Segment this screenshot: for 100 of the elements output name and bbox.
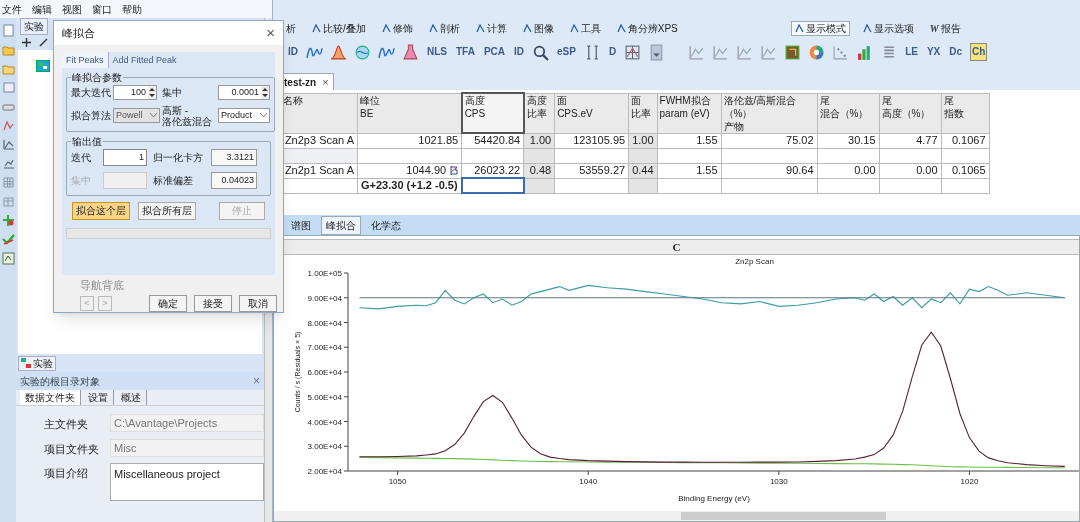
- caret-icon: [150, 113, 157, 119]
- flask-icon[interactable]: [402, 43, 419, 61]
- tool-button[interactable]: NLS: [426, 44, 448, 60]
- tool-button[interactable]: Ch: [970, 43, 988, 61]
- pie-chart-icon[interactable]: [808, 43, 826, 61]
- spinner-field[interactable]: 100: [113, 84, 157, 100]
- mix-dropdown[interactable]: Product: [218, 108, 270, 124]
- ribbon-tab[interactable]: 工具: [566, 20, 604, 36]
- tool-button[interactable]: eSP: [556, 44, 577, 60]
- scatter-icon[interactable]: [832, 43, 850, 61]
- ribbon-tab[interactable]: 显示选项: [859, 20, 917, 36]
- panel-tab[interactable]: 概述: [116, 390, 147, 405]
- menu-item[interactable]: 视图: [62, 1, 82, 17]
- fit-button[interactable]: 拟合这个层: [72, 201, 130, 220]
- ribbon-tab[interactable]: 修饰: [378, 20, 416, 36]
- dialog-button[interactable]: 接受: [194, 295, 232, 312]
- column-header[interactable]: 面 CPS.eV: [554, 93, 629, 133]
- spinner-icon[interactable]: [261, 85, 269, 99]
- menu-item[interactable]: 帮助: [122, 1, 142, 17]
- tool-button[interactable]: Dc: [948, 44, 964, 60]
- dialog-button[interactable]: 取消: [239, 295, 277, 312]
- ribbon-tab[interactable]: 显示模式: [790, 20, 850, 36]
- column-header[interactable]: 面 比率: [628, 93, 658, 133]
- tab-label: 实验: [33, 356, 53, 371]
- line-chart-icon[interactable]: [688, 43, 706, 61]
- close-button[interactable]: ×: [266, 21, 275, 45]
- pen-icon[interactable]: [39, 37, 48, 47]
- line-chart-icon[interactable]: [736, 43, 754, 61]
- view-tab[interactable]: 化学态: [367, 216, 405, 234]
- folder-icon[interactable]: [1, 43, 15, 56]
- grid-icon[interactable]: [1, 195, 15, 208]
- text-field[interactable]: Misc: [110, 438, 264, 457]
- tab-icon: [475, 23, 485, 33]
- x-tick-label: 1040: [579, 477, 598, 486]
- chart-icon[interactable]: [1, 157, 15, 170]
- spinner-icon[interactable]: [148, 85, 156, 99]
- field-value: Product: [221, 109, 253, 122]
- ribbon-tab[interactable]: 计算: [472, 20, 510, 36]
- column-header[interactable]: 尾 高度（%）: [879, 93, 942, 133]
- text-field[interactable]: C:\Avantage\Projects: [110, 414, 264, 432]
- ribbon-tab[interactable]: 剖析: [425, 20, 463, 36]
- tab-label: 角分辨XPS: [627, 21, 678, 36]
- chart-icon[interactable]: [1, 252, 15, 265]
- chart-icon[interactable]: [1, 119, 15, 132]
- view-tab[interactable]: 谱图: [287, 216, 315, 234]
- document-icon[interactable]: [1, 24, 15, 37]
- tool-button[interactable]: ID: [513, 44, 525, 60]
- panel-tab[interactable]: 设置: [83, 390, 114, 405]
- field-label: 项目文件夹: [44, 441, 100, 457]
- tool-button[interactable]: TFA: [455, 44, 476, 60]
- tool-button[interactable]: PCA: [482, 44, 506, 60]
- menu-item[interactable]: 编辑: [32, 1, 52, 17]
- tool-button[interactable]: LE: [904, 44, 919, 60]
- tool-button[interactable]: D: [607, 44, 618, 60]
- scrollbar-thumb[interactable]: [681, 512, 886, 520]
- grid-icon[interactable]: [1, 176, 15, 189]
- column-header[interactable]: 高度 CPS: [461, 93, 524, 133]
- tab-label: 图像: [533, 21, 554, 36]
- dialog-tab[interactable]: Fit Peaks: [62, 51, 109, 68]
- menu-item[interactable]: 文件: [2, 1, 22, 17]
- peak-icon[interactable]: [330, 43, 347, 61]
- crosshair-icon[interactable]: [624, 43, 642, 61]
- folder-icon[interactable]: [1, 62, 15, 75]
- dialog-tab[interactable]: Add Fitted Peak: [108, 51, 181, 68]
- x-tick-label: 1030: [769, 477, 788, 486]
- tab-icon: [428, 23, 438, 33]
- ribbon-tab[interactable]: 角分辨XPS: [613, 20, 681, 36]
- column-header[interactable]: 尾 指数: [941, 93, 990, 133]
- box-icon[interactable]: [784, 43, 802, 61]
- column-header[interactable]: FWHM拟合 param (eV): [657, 93, 722, 133]
- panel-tab[interactable]: 数据文件夹: [20, 390, 81, 405]
- table-cell[interactable]: [461, 178, 524, 193]
- ribbon-tab[interactable]: W 报告: [926, 20, 964, 36]
- tool-button[interactable]: ID: [287, 44, 299, 60]
- close-button[interactable]: ×: [253, 372, 260, 390]
- column-header[interactable]: 峰位 BE: [357, 93, 462, 133]
- swirl-icon[interactable]: [354, 43, 371, 61]
- close-button[interactable]: ×: [322, 73, 329, 91]
- column-header[interactable]: 洛伦兹/高斯混合（%） 产物: [721, 93, 818, 133]
- spinner-field[interactable]: 0.0001: [218, 84, 270, 100]
- fit-button[interactable]: 拟合所有层: [138, 201, 196, 220]
- ribbon-tab[interactable]: 图像: [519, 20, 557, 36]
- view-tab[interactable]: 峰拟合: [321, 215, 361, 235]
- line-chart-icon[interactable]: [712, 43, 730, 61]
- chart-icon[interactable]: [1, 138, 15, 151]
- ribbon-tab[interactable]: 比较/叠加: [309, 20, 369, 36]
- cross-icon[interactable]: [1, 214, 15, 227]
- line-chart-icon[interactable]: [760, 43, 778, 61]
- document-icon[interactable]: [1, 81, 15, 94]
- menu-item[interactable]: 窗口: [92, 1, 112, 17]
- add-icon[interactable]: [22, 37, 31, 47]
- text-field[interactable]: Miscellaneous project: [110, 463, 264, 501]
- tree-node-icon[interactable]: [36, 60, 50, 72]
- column-header[interactable]: 尾 混合（%）: [817, 93, 880, 133]
- column-header[interactable]: 高度 比率: [523, 93, 555, 133]
- check-icon[interactable]: [1, 233, 15, 246]
- tool-button[interactable]: YX: [925, 44, 942, 60]
- search-icon[interactable]: [532, 43, 549, 61]
- panel-tab[interactable]: 实验: [18, 355, 56, 371]
- dialog-button[interactable]: 确定: [149, 295, 187, 312]
